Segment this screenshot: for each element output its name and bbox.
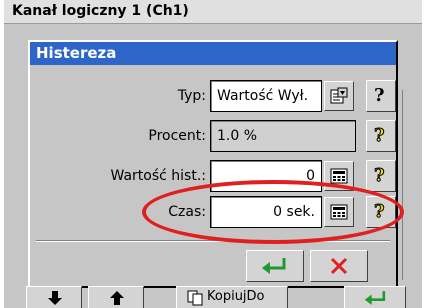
dialog-title: Histereza (36, 44, 117, 62)
window-title: Kanał logiczny 1 (Ch1) (12, 3, 189, 19)
help-icon: ? (374, 165, 386, 187)
hysteresis-dialog: Histereza Typ: Wartość Wył. ? Procent: 1… (28, 40, 398, 288)
percent-label: Procent: (148, 128, 206, 144)
type-field[interactable]: Wartość Wył. (210, 80, 322, 112)
type-help-button[interactable]: ? (366, 80, 396, 112)
copy-to-button[interactable]: KopiujDo (176, 286, 288, 308)
arrow-down-icon (48, 291, 62, 305)
percent-value: 1.0 % (217, 128, 258, 144)
window-title-bar: Kanał logiczny 1 (Ch1) (4, 0, 422, 24)
window-frame: Kanał logiczny 1 (Ch1) Histereza Typ: Wa… (4, 0, 422, 308)
close-x-icon (330, 257, 348, 275)
move-up-button[interactable] (88, 286, 144, 308)
percent-help-button[interactable]: ? (366, 120, 396, 152)
highlight-ellipse (142, 180, 404, 244)
enter-arrow-icon (262, 258, 286, 274)
type-label: Typ: (177, 88, 206, 104)
ok-button[interactable] (246, 250, 304, 282)
type-value: Wartość Wył. (217, 88, 309, 104)
cancel-button[interactable] (310, 250, 368, 282)
copy-icon (187, 290, 203, 306)
copy-to-label: KopiujDo (207, 289, 265, 304)
hysteresis-value-label: Wartość hist.: (110, 168, 207, 184)
arrow-up-icon (110, 291, 124, 305)
enter-arrow-icon (364, 291, 386, 305)
enter-button[interactable] (344, 286, 406, 308)
help-icon: ? (374, 85, 385, 106)
background-panel (402, 90, 415, 280)
keypad-icon (330, 168, 348, 184)
dialog-title-bar: Histereza (30, 42, 396, 65)
help-icon: ? (374, 125, 386, 147)
list-select-icon (330, 87, 348, 104)
move-down-button[interactable] (26, 286, 82, 308)
percent-field: 1.0 % (210, 120, 356, 152)
type-select-button[interactable] (324, 81, 354, 111)
hysteresis-help-button[interactable]: ? (366, 160, 396, 192)
